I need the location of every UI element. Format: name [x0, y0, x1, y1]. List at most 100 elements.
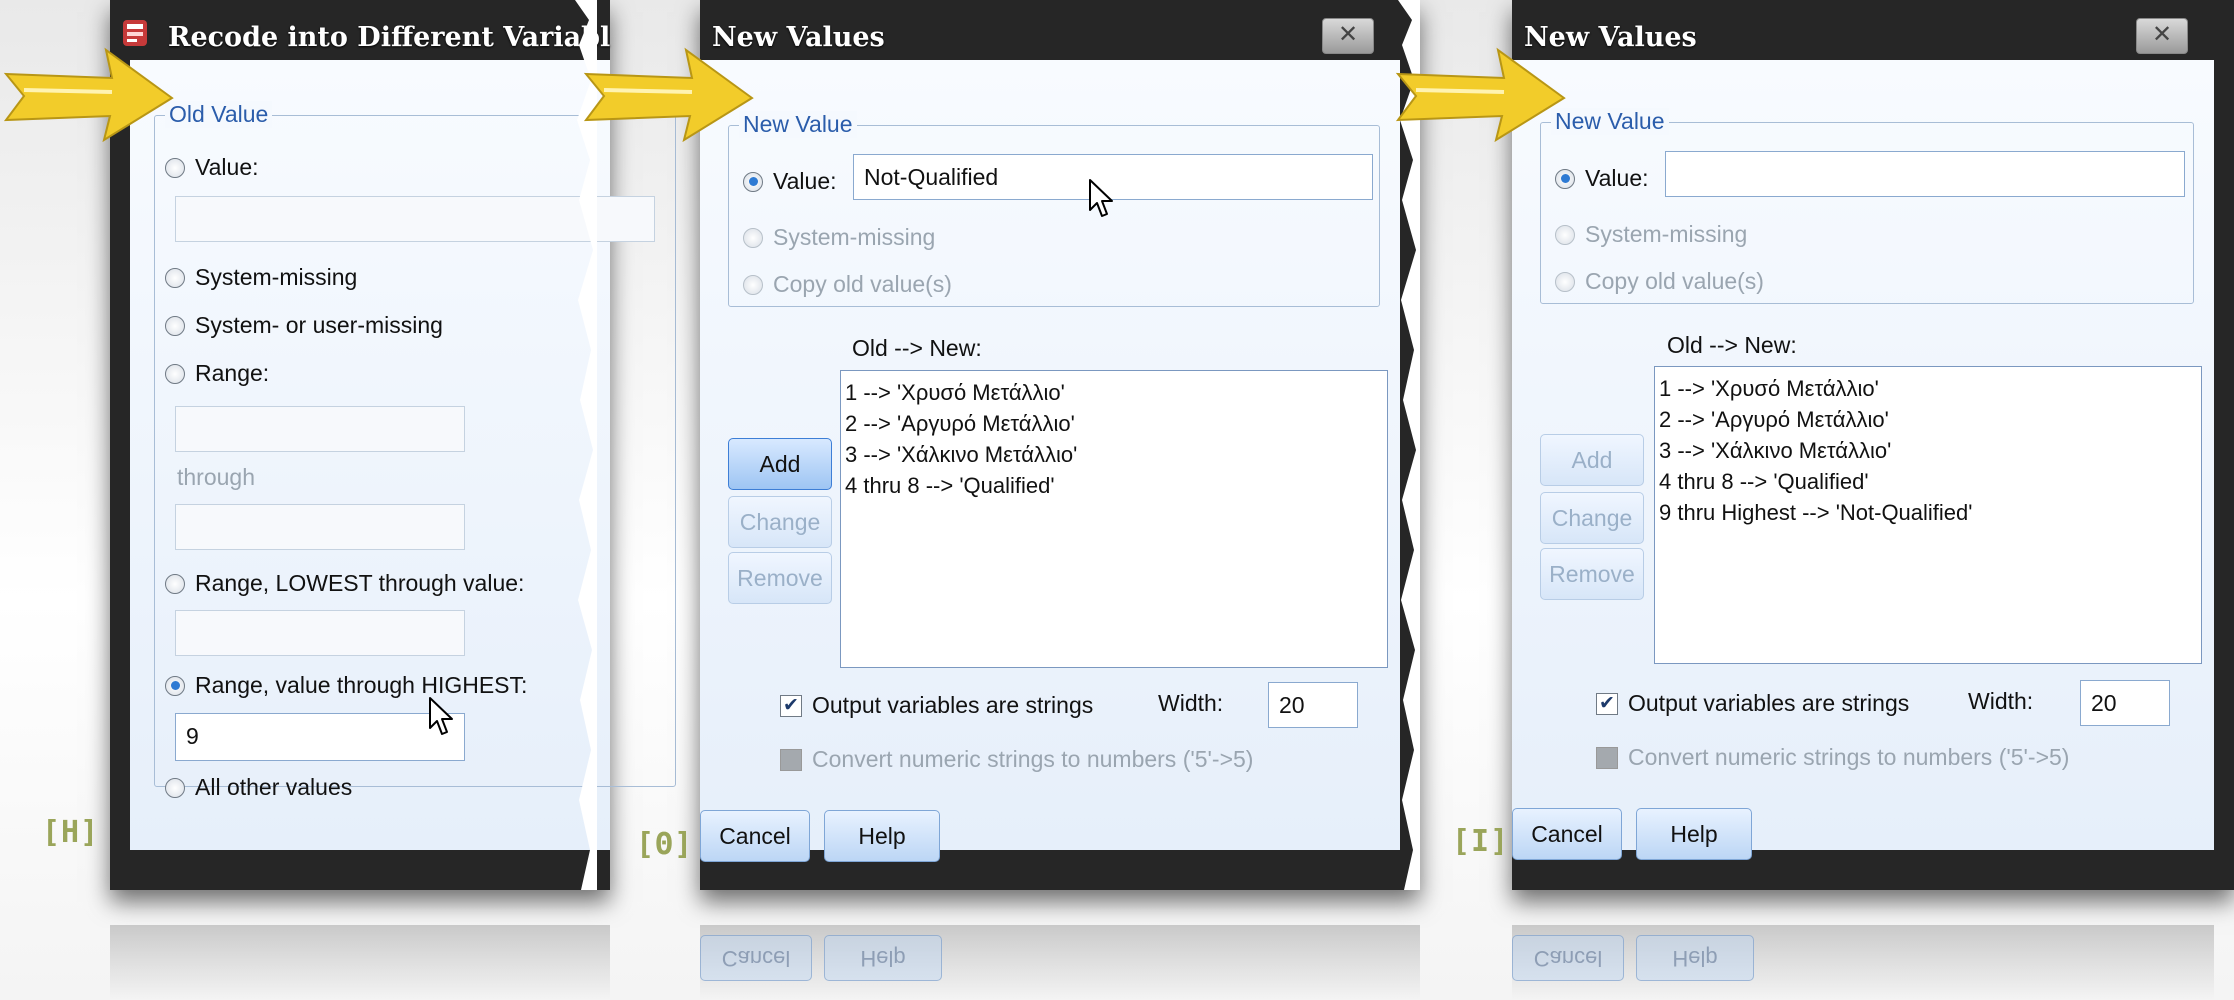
- radio-label: Copy old value(s): [773, 271, 952, 297]
- width-label: Width:: [1158, 690, 1224, 716]
- reflection-i: Cancel Help: [1512, 925, 2214, 1000]
- checkbox-box[interactable]: [780, 748, 802, 771]
- list-item[interactable]: 4 thru 8 --> 'Qualified': [845, 470, 1383, 501]
- radio-value[interactable]: Value:: [743, 168, 837, 195]
- radio-button[interactable]: [743, 227, 763, 248]
- dialog-new-values-theta: New Values ✕ New Value Value: Not-Qualif…: [700, 0, 1420, 890]
- add-button[interactable]: Add: [1540, 434, 1644, 486]
- radio-label: All other values: [195, 774, 353, 800]
- remove-button[interactable]: Remove: [728, 552, 832, 604]
- radio-range-lowest[interactable]: Range, LOWEST through value:: [165, 570, 524, 597]
- remove-button[interactable]: Remove: [1540, 548, 1644, 600]
- dialog-recode-old-value: Recode into Different Variabl Old Value …: [110, 0, 676, 890]
- radio-button[interactable]: [743, 171, 763, 192]
- range-lowest-input[interactable]: [175, 610, 465, 656]
- range-highest-input[interactable]: 9: [175, 713, 465, 761]
- radio-label: System-missing: [773, 224, 936, 250]
- checkmark-icon[interactable]: ✔: [780, 694, 802, 717]
- dialog-title: Recode into Different Variabl: [168, 22, 611, 53]
- width-input[interactable]: 20: [1268, 682, 1358, 728]
- add-button[interactable]: Add: [728, 438, 832, 490]
- dialog-new-values-i: New Values ✕ New Value Value: System-mis…: [1512, 0, 2234, 890]
- list-header: Old --> New:: [852, 335, 982, 361]
- radio-value[interactable]: Value:: [165, 154, 259, 181]
- new-value-input[interactable]: [1665, 151, 2185, 197]
- list-item[interactable]: 2 --> 'Αργυρό Μετάλλιο': [845, 408, 1383, 439]
- checkbox-box[interactable]: [1596, 746, 1618, 769]
- help-button[interactable]: Help: [824, 810, 940, 862]
- radio-label: Value:: [1585, 165, 1649, 191]
- cancel-button[interactable]: Cancel: [1512, 808, 1622, 860]
- checkbox-label: Convert numeric strings to numbers ('5'-…: [1628, 744, 2070, 770]
- cancel-button[interactable]: Cancel: [700, 810, 810, 862]
- output-strings-checkbox[interactable]: ✔ Output variables are strings: [780, 692, 1093, 719]
- radio-system-missing[interactable]: System-missing: [165, 264, 357, 291]
- radio-system-missing[interactable]: System-missing: [743, 224, 935, 251]
- output-strings-checkbox[interactable]: ✔ Output variables are strings: [1596, 690, 1909, 717]
- list-item[interactable]: 4 thru 8 --> 'Qualified': [1659, 466, 2197, 497]
- radio-label: System-missing: [195, 264, 358, 290]
- range-to-input[interactable]: [175, 504, 465, 550]
- radio-button[interactable]: [1555, 168, 1575, 189]
- radio-button[interactable]: [165, 675, 185, 696]
- convert-numeric-checkbox[interactable]: Convert numeric strings to numbers ('5'-…: [780, 746, 1253, 773]
- old-new-list[interactable]: 1 --> 'Χρυσό Μετάλλιο' 2 --> 'Αργυρό Μετ…: [840, 370, 1388, 668]
- radio-button[interactable]: [165, 315, 185, 336]
- radio-button[interactable]: [1555, 224, 1575, 245]
- radio-button[interactable]: [165, 777, 185, 798]
- reflection-h: [110, 925, 610, 1000]
- new-value-group: New Value Value: Not-Qualified System-mi…: [728, 111, 1380, 307]
- radio-label: Range, LOWEST through value:: [195, 570, 525, 596]
- old-new-list[interactable]: 1 --> 'Χρυσό Μετάλλιο' 2 --> 'Αργυρό Μετ…: [1654, 366, 2202, 664]
- convert-numeric-checkbox[interactable]: Convert numeric strings to numbers ('5'-…: [1596, 744, 2069, 771]
- radio-range-highest[interactable]: Range, value through HIGHEST:: [165, 672, 527, 699]
- radio-button[interactable]: [165, 157, 185, 178]
- group-legend: Old Value: [165, 101, 273, 128]
- step-label-h: [H]: [42, 815, 100, 850]
- list-item[interactable]: 2 --> 'Αργυρό Μετάλλιο': [1659, 404, 2197, 435]
- radio-button[interactable]: [165, 573, 185, 594]
- range-from-input[interactable]: [175, 406, 465, 452]
- radio-button[interactable]: [165, 267, 185, 288]
- dialog-body: New Value Value: System-missing Copy old…: [1512, 60, 2214, 860]
- step-label-i: [I]: [1452, 824, 1510, 859]
- checkbox-label: Output variables are strings: [812, 692, 1094, 718]
- radio-value[interactable]: Value:: [1555, 165, 1649, 192]
- checkbox-label: Convert numeric strings to numbers ('5'-…: [812, 746, 1254, 772]
- radio-label: Value:: [773, 168, 837, 194]
- radio-system-missing[interactable]: System-missing: [1555, 221, 1747, 248]
- radio-label: Range:: [195, 360, 270, 386]
- dialog-body: New Value Value: Not-Qualified System-mi…: [700, 60, 1400, 862]
- radio-copy-old[interactable]: Copy old value(s): [1555, 268, 1764, 295]
- radio-button[interactable]: [743, 274, 763, 295]
- radio-label: Value:: [195, 154, 259, 180]
- change-button[interactable]: Change: [1540, 492, 1644, 544]
- change-button[interactable]: Change: [728, 496, 832, 548]
- checkmark-icon[interactable]: ✔: [1596, 692, 1618, 715]
- close-icon[interactable]: ✕: [1322, 18, 1374, 54]
- reflected-cancel-button: Cancel: [1512, 935, 1624, 981]
- pointer-arrow-icon: [3, 47, 174, 143]
- radio-label: System- or user-missing: [195, 312, 443, 338]
- mouse-cursor-icon: [429, 697, 453, 735]
- list-item[interactable]: 9 thru Highest --> 'Not-Qualified': [1659, 497, 2197, 528]
- close-icon[interactable]: ✕: [2136, 18, 2188, 54]
- help-button[interactable]: Help: [1636, 808, 1752, 860]
- list-header: Old --> New:: [1667, 332, 1797, 358]
- list-item[interactable]: 3 --> 'Χάλκινο Μετάλλιο': [845, 439, 1383, 470]
- list-item[interactable]: 1 --> 'Χρυσό Μετάλλιο': [845, 377, 1383, 408]
- radio-button[interactable]: [165, 363, 185, 384]
- new-value-group: New Value Value: System-missing Copy old…: [1540, 108, 2194, 304]
- radio-range[interactable]: Range:: [165, 360, 269, 387]
- radio-all-other-values[interactable]: All other values: [165, 774, 352, 801]
- radio-copy-old[interactable]: Copy old value(s): [743, 271, 952, 298]
- radio-button[interactable]: [1555, 271, 1575, 292]
- width-label: Width:: [1968, 688, 2034, 714]
- radio-system-or-user-missing[interactable]: System- or user-missing: [165, 312, 443, 339]
- reflection-theta: Cancel Help: [700, 925, 1420, 1000]
- list-item[interactable]: 1 --> 'Χρυσό Μετάλλιο': [1659, 373, 2197, 404]
- width-input[interactable]: 20: [2080, 680, 2170, 726]
- list-item[interactable]: 3 --> 'Χάλκινο Μετάλλιο': [1659, 435, 2197, 466]
- step-label-theta: [Θ]: [636, 827, 694, 862]
- radio-label: Copy old value(s): [1585, 268, 1764, 294]
